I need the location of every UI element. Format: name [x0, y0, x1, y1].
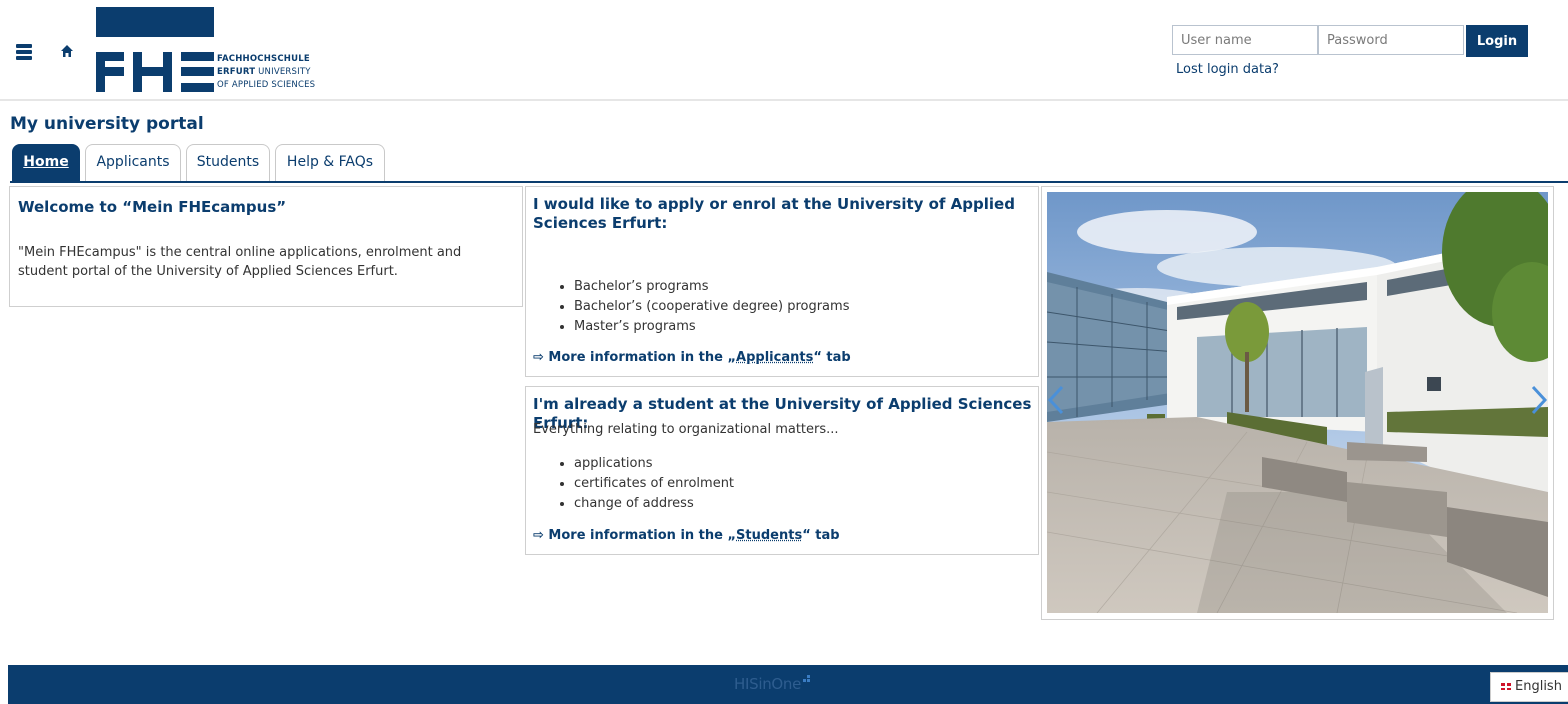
tab-applicants[interactable]: Applicants — [85, 144, 181, 182]
apply-panel: I would like to apply or enrol at the Un… — [525, 186, 1039, 377]
tab-underline — [10, 181, 1568, 183]
list-item: applications — [574, 454, 734, 474]
more-prefix: ⇨ More information in the „ — [533, 350, 737, 365]
login-button[interactable]: Login — [1466, 25, 1528, 57]
student-panel: I'm already a student at the University … — [525, 386, 1039, 555]
more-suffix: “ tab — [802, 528, 840, 543]
logo-line-2-bold: ERFURT — [217, 67, 256, 77]
language-selector[interactable]: English — [1490, 672, 1568, 702]
page-title: My university portal — [10, 114, 204, 134]
welcome-body: "Mein FHEcampus" is the central online a… — [18, 245, 462, 279]
applicants-link-text[interactable]: Applicants — [736, 350, 813, 365]
tab-students[interactable]: Students — [186, 144, 270, 182]
fhe-logo-mark — [96, 52, 214, 92]
apply-program-list: Bachelor’s programs Bachelor’s (cooperat… — [574, 277, 849, 337]
tab-help-faqs[interactable]: Help & FAQs — [275, 144, 385, 182]
welcome-panel: Welcome to “Mein FHEcampus” "Mein FHEcam… — [9, 186, 523, 307]
apply-heading: I would like to apply or enrol at the Un… — [533, 195, 1015, 232]
list-item: change of address — [574, 494, 734, 514]
tab-home[interactable]: Home — [12, 144, 80, 182]
footer-brand-text: HISinOne — [734, 675, 802, 693]
hisinone-dots-icon — [803, 675, 811, 682]
list-item: Master’s programs — [574, 317, 849, 337]
home-icon[interactable] — [60, 44, 74, 58]
student-topic-list: applications certificates of enrolment c… — [574, 454, 734, 514]
students-link-text[interactable]: Students — [736, 528, 802, 543]
carousel-previous-arrow-icon[interactable] — [1046, 385, 1066, 415]
campus-image-carousel — [1041, 186, 1554, 620]
applicants-tab-link[interactable]: ⇨ More information in the „Applicants“ t… — [533, 350, 851, 365]
language-label: English — [1515, 679, 1562, 694]
page-header: FACHHOCHSCHULE ERFURT UNIVERSITY OF APPL… — [0, 0, 1568, 101]
carousel-next-arrow-icon[interactable] — [1529, 385, 1549, 415]
hisinone-logo: HISinOne — [734, 675, 813, 693]
more-suffix: “ tab — [813, 350, 851, 365]
welcome-heading: Welcome to “Mein FHEcampus” — [18, 198, 287, 216]
student-subtitle: Everything relating to organizational ma… — [533, 422, 839, 437]
logo-line-1: FACHHOCHSCHULE — [217, 54, 310, 64]
page-footer: HISinOne — [8, 665, 1568, 704]
students-tab-link[interactable]: ⇨ More information in the „Students“ tab — [533, 528, 840, 543]
campus-photo — [1047, 192, 1548, 613]
lost-login-data-link[interactable]: Lost login data? — [1176, 62, 1279, 77]
uk-flag-icon — [1501, 683, 1511, 690]
more-prefix: ⇨ More information in the „ — [533, 528, 737, 543]
logo-line-3: OF APPLIED SCIENCES — [217, 80, 316, 90]
logo-line-2-rest: UNIVERSITY — [255, 67, 311, 77]
logo-bar — [96, 7, 214, 37]
list-item: Bachelor’s programs — [574, 277, 849, 297]
logo-line-2: ERFURT UNIVERSITY — [217, 66, 315, 79]
list-item: certificates of enrolment — [574, 474, 734, 494]
fhe-logo[interactable]: FACHHOCHSCHULE ERFURT UNIVERSITY OF APPL… — [96, 7, 336, 95]
hamburger-menu-icon[interactable] — [16, 44, 32, 60]
username-input[interactable] — [1172, 25, 1318, 55]
list-item: Bachelor’s (cooperative degree) programs — [574, 297, 849, 317]
password-input[interactable] — [1318, 25, 1464, 55]
logo-text: FACHHOCHSCHULE ERFURT UNIVERSITY OF APPL… — [217, 53, 315, 92]
